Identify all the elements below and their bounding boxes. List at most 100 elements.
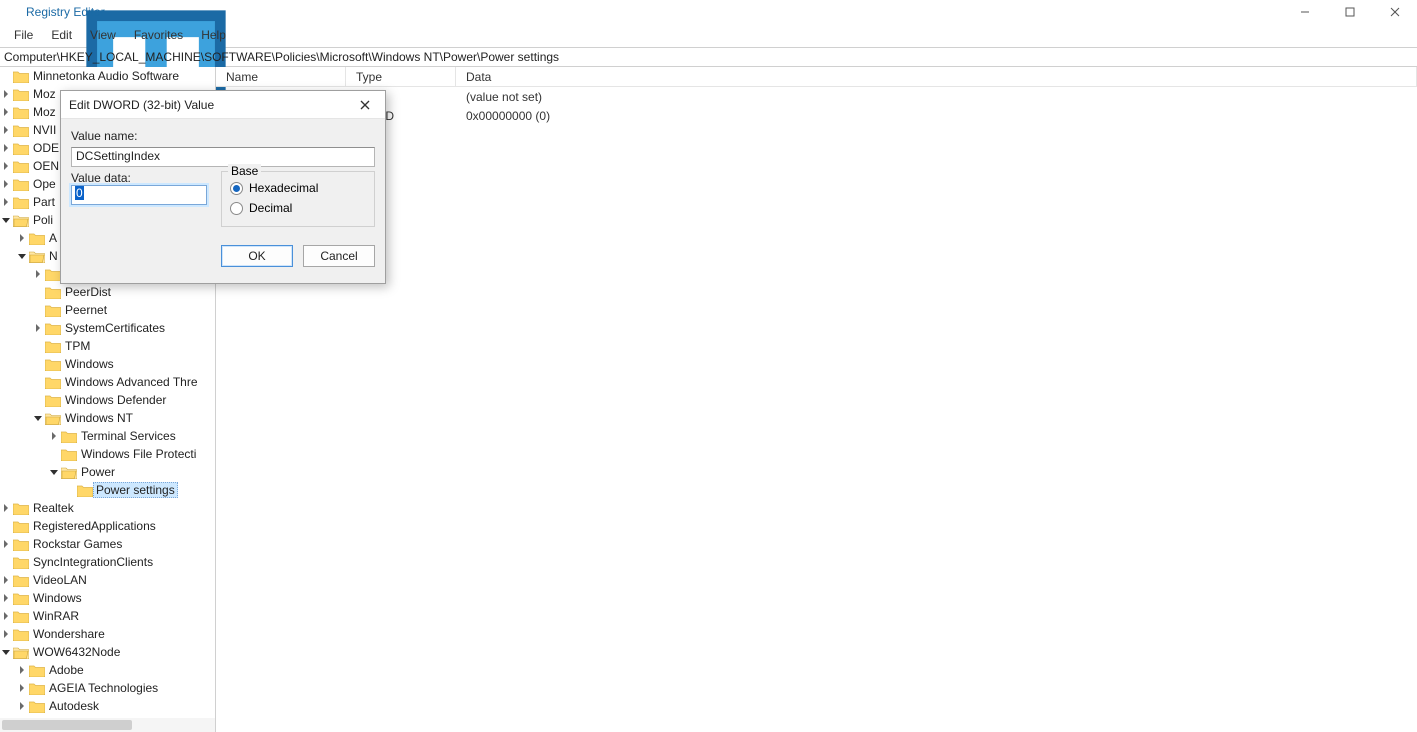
window-title: Registry Editor bbox=[26, 5, 105, 19]
menu-help[interactable]: Help bbox=[193, 26, 234, 44]
tree-item[interactable]: Power bbox=[0, 463, 215, 481]
tree-item-label: A bbox=[48, 231, 58, 245]
chevron-right-icon[interactable] bbox=[48, 430, 60, 442]
chevron-right-icon[interactable] bbox=[32, 268, 44, 280]
tree-item[interactable]: Windows NT bbox=[0, 409, 215, 427]
tree-item-label: Autodesk bbox=[48, 699, 100, 713]
chevron-right-icon[interactable] bbox=[0, 196, 12, 208]
chevron-down-icon[interactable] bbox=[32, 412, 44, 424]
tree-item[interactable]: VideoLAN bbox=[0, 571, 215, 589]
tree-item[interactable]: Minnetonka Audio Software bbox=[0, 67, 215, 85]
chevron-right-icon[interactable] bbox=[0, 124, 12, 136]
tree-item-label: Windows Advanced Thre bbox=[64, 375, 199, 389]
chevron-right-icon[interactable] bbox=[0, 142, 12, 154]
value-row[interactable]: (value not set) bbox=[216, 87, 1417, 106]
value-cell-data: 0x00000000 (0) bbox=[456, 109, 1417, 123]
chevron-right-icon[interactable] bbox=[0, 502, 12, 514]
folder-icon bbox=[13, 70, 29, 83]
base-legend: Base bbox=[228, 164, 261, 178]
tree-item[interactable]: WinRAR bbox=[0, 607, 215, 625]
chevron-right-icon[interactable] bbox=[0, 592, 12, 604]
chevron-right-icon[interactable] bbox=[0, 628, 12, 640]
tree-item[interactable]: TPM bbox=[0, 337, 215, 355]
tree-item[interactable]: Power settings bbox=[0, 481, 215, 499]
chevron-right-icon[interactable] bbox=[0, 106, 12, 118]
chevron-right-icon[interactable] bbox=[16, 664, 28, 676]
expander-spacer bbox=[32, 394, 44, 406]
chevron-right-icon[interactable] bbox=[16, 700, 28, 712]
tree-item[interactable]: SystemCertificates bbox=[0, 319, 215, 337]
folder-icon bbox=[77, 484, 93, 497]
chevron-down-icon[interactable] bbox=[48, 466, 60, 478]
value-row[interactable]: WORD0x00000000 (0) bbox=[216, 106, 1417, 125]
value-cell-data: (value not set) bbox=[456, 90, 1417, 104]
chevron-right-icon[interactable] bbox=[0, 538, 12, 550]
tree-item-label: Poli bbox=[32, 213, 54, 227]
chevron-down-icon[interactable] bbox=[0, 646, 12, 658]
column-data[interactable]: Data bbox=[456, 67, 1417, 86]
chevron-down-icon[interactable] bbox=[0, 214, 12, 226]
dialog-titlebar[interactable]: Edit DWORD (32-bit) Value bbox=[61, 91, 385, 119]
tree-item[interactable]: Windows Defender bbox=[0, 391, 215, 409]
tree-item[interactable]: Peernet bbox=[0, 301, 215, 319]
scrollbar-thumb[interactable] bbox=[2, 720, 132, 730]
chevron-right-icon[interactable] bbox=[0, 178, 12, 190]
tree-item[interactable]: SyncIntegrationClients bbox=[0, 553, 215, 571]
expander-spacer bbox=[32, 340, 44, 352]
expander-spacer bbox=[32, 286, 44, 298]
chevron-right-icon[interactable] bbox=[16, 682, 28, 694]
radio-hexadecimal[interactable]: Hexadecimal bbox=[230, 178, 366, 198]
folder-icon bbox=[13, 124, 29, 137]
window-minimize-button[interactable] bbox=[1282, 0, 1327, 23]
radio-dec-label: Decimal bbox=[249, 201, 292, 215]
tree-item[interactable]: Realtek bbox=[0, 499, 215, 517]
tree-item[interactable]: WOW6432Node bbox=[0, 643, 215, 661]
folder-icon bbox=[45, 322, 61, 335]
tree-item[interactable]: Windows bbox=[0, 355, 215, 373]
tree-item[interactable]: Rockstar Games bbox=[0, 535, 215, 553]
window-close-button[interactable] bbox=[1372, 0, 1417, 23]
tree-item[interactable]: Terminal Services bbox=[0, 427, 215, 445]
tree-horizontal-scrollbar[interactable] bbox=[0, 718, 216, 732]
tree-item[interactable]: Windows File Protecti bbox=[0, 445, 215, 463]
dialog-close-button[interactable] bbox=[351, 95, 379, 115]
chevron-right-icon[interactable] bbox=[0, 610, 12, 622]
folder-icon bbox=[13, 592, 29, 605]
chevron-right-icon[interactable] bbox=[0, 88, 12, 100]
values-list[interactable]: (value not set) WORD0x00000000 (0) bbox=[216, 87, 1417, 125]
radio-decimal[interactable]: Decimal bbox=[230, 198, 366, 218]
tree-item[interactable]: Adobe bbox=[0, 661, 215, 679]
tree-item[interactable]: RegisteredApplications bbox=[0, 517, 215, 535]
column-type[interactable]: Type bbox=[346, 67, 456, 86]
tree-item-label: Windows bbox=[32, 591, 83, 605]
folder-icon bbox=[13, 538, 29, 551]
ok-button[interactable]: OK bbox=[221, 245, 293, 267]
tree-item[interactable]: Windows Advanced Thre bbox=[0, 373, 215, 391]
chevron-right-icon[interactable] bbox=[0, 160, 12, 172]
folder-icon bbox=[29, 232, 45, 245]
folder-icon bbox=[13, 574, 29, 587]
menu-edit[interactable]: Edit bbox=[43, 26, 80, 44]
menu-view[interactable]: View bbox=[82, 26, 124, 44]
tree-item-label: Part bbox=[32, 195, 56, 209]
tree-item[interactable]: Wondershare bbox=[0, 625, 215, 643]
folder-icon bbox=[45, 286, 61, 299]
tree-item[interactable]: Autodesk bbox=[0, 697, 215, 715]
value-data-field[interactable]: 0 bbox=[71, 185, 207, 205]
menu-favorites[interactable]: Favorites bbox=[126, 26, 191, 44]
tree-item[interactable]: PeerDist bbox=[0, 283, 215, 301]
cancel-button[interactable]: Cancel bbox=[303, 245, 375, 267]
tree-item-label: TPM bbox=[64, 339, 91, 353]
tree-item[interactable]: AGEIA Technologies bbox=[0, 679, 215, 697]
window-maximize-button[interactable] bbox=[1327, 0, 1372, 23]
menu-file[interactable]: File bbox=[6, 26, 41, 44]
chevron-right-icon[interactable] bbox=[32, 322, 44, 334]
tree-item[interactable]: Windows bbox=[0, 589, 215, 607]
chevron-down-icon[interactable] bbox=[16, 250, 28, 262]
folder-icon bbox=[13, 160, 29, 173]
chevron-right-icon[interactable] bbox=[0, 574, 12, 586]
chevron-right-icon[interactable] bbox=[16, 232, 28, 244]
folder-icon bbox=[45, 304, 61, 317]
value-name-field[interactable]: DCSettingIndex bbox=[71, 147, 375, 167]
column-name[interactable]: Name bbox=[216, 67, 346, 86]
